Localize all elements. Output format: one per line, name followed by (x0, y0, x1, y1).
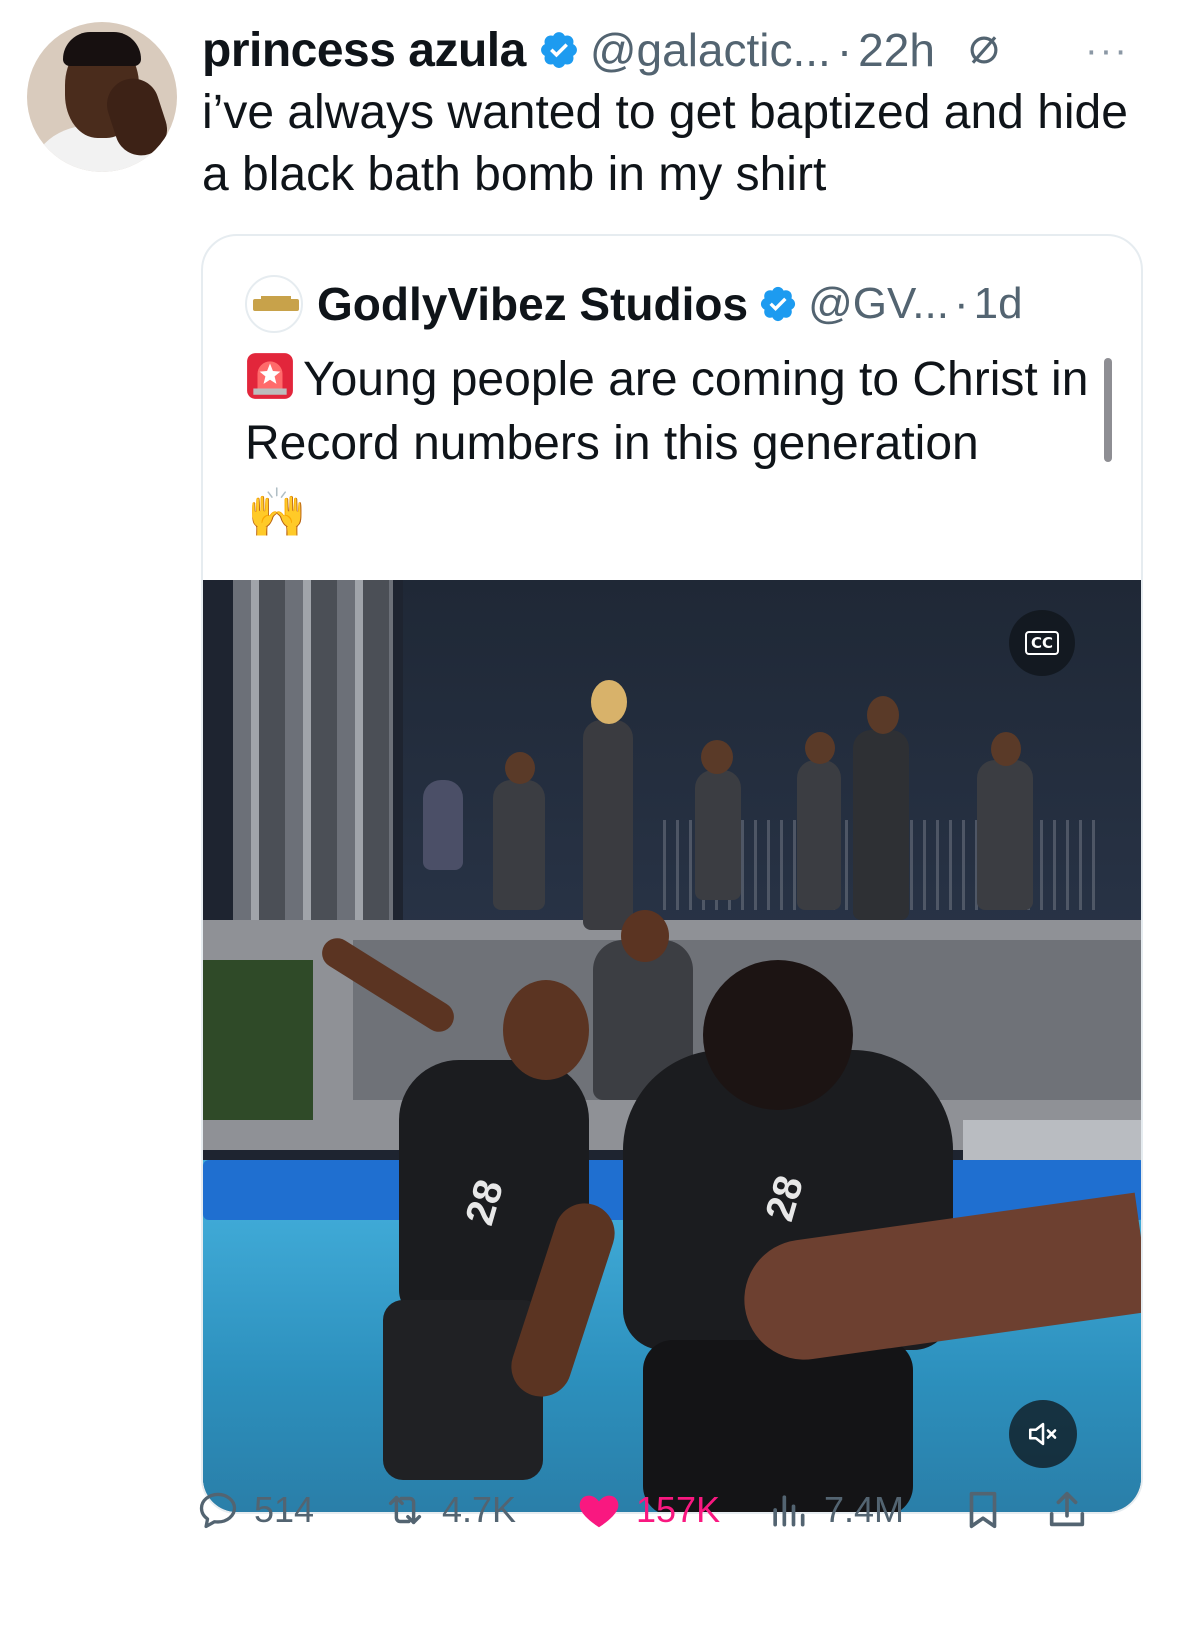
reply-button[interactable]: 514 (196, 1470, 314, 1550)
closed-captions-button[interactable]: CC (1009, 610, 1075, 676)
band-member (493, 780, 545, 910)
author-name[interactable]: princess azula (202, 23, 526, 78)
volume-muted-button[interactable] (1009, 1400, 1077, 1468)
band-member (977, 760, 1033, 910)
band-member-head (805, 732, 835, 764)
tweet-header: princess azula @galactic... · 22h (202, 20, 1003, 80)
band-member-head (505, 752, 535, 784)
scrollbar[interactable] (1104, 358, 1112, 462)
view-count: 7.4M (824, 1489, 905, 1530)
bookmark-icon (969, 1491, 997, 1529)
singer-head (591, 680, 627, 724)
verified-badge-icon (758, 284, 798, 324)
quoted-author-avatar[interactable] (245, 275, 303, 333)
closed-captions-icon: CC (1024, 631, 1060, 655)
video-player[interactable]: 28 28 CC (203, 580, 1141, 1512)
band-member-head (867, 696, 899, 734)
reply-icon (199, 1492, 237, 1529)
baptized-person-hair (703, 960, 853, 1110)
repost-button[interactable]: 4.7K (382, 1470, 516, 1550)
raised-hands-icon: 🙌 (247, 487, 307, 540)
quoted-tweet-text: Young people are coming to Christ in Rec… (245, 348, 1105, 476)
like-count: 157K (636, 1489, 721, 1530)
quoted-tweet-card[interactable]: GodlyVibez Studios @GV... · 1d Young peo… (201, 234, 1143, 1514)
band-member-head (701, 740, 733, 774)
author-avatar[interactable] (27, 22, 177, 172)
like-button[interactable]: 157K (576, 1470, 720, 1550)
quoted-tweet-time[interactable]: 1d (974, 279, 1023, 329)
repost-count: 4.7K (442, 1489, 517, 1530)
quoted-author-handle[interactable]: @GV... (808, 279, 949, 329)
trees (203, 960, 313, 1120)
heart-icon (579, 1495, 619, 1528)
singer (583, 720, 633, 930)
action-bar: 514 4.7K 157K 7.4M (0, 1470, 1179, 1550)
share-icon (1049, 1491, 1085, 1527)
quoted-tweet-header: GodlyVibez Studios @GV... · 1d (245, 275, 1023, 333)
more-icon[interactable]: ··· (1085, 30, 1129, 73)
band-member (797, 760, 841, 910)
share-button[interactable] (1044, 1470, 1104, 1550)
band-member-head (991, 732, 1021, 766)
helper-head (621, 910, 669, 962)
band-member (853, 730, 909, 920)
woman-head (503, 980, 589, 1080)
volume-muted-icon (1028, 1422, 1057, 1446)
views-icon (773, 1495, 805, 1527)
tweet-text: i’ve always wanted to get baptized and h… (202, 86, 1128, 201)
views-button[interactable]: 7.4M (766, 1470, 904, 1550)
band-member (423, 780, 463, 870)
quoted-author-name[interactable]: GodlyVibez Studios (317, 277, 748, 331)
woman-pants (383, 1300, 543, 1480)
tweet-time[interactable]: 22h (858, 23, 935, 77)
author-handle[interactable]: @galactic... (590, 23, 831, 77)
band-member (695, 770, 741, 900)
bookmark-button[interactable] (960, 1470, 1020, 1550)
repost-icon (388, 1495, 422, 1525)
separator-dot: · (953, 279, 969, 328)
siren-icon (245, 351, 295, 401)
verified-badge-icon (538, 29, 580, 71)
quoted-tweet-body: Young people are coming to Christ in Rec… (245, 353, 1089, 470)
muted-icon (965, 31, 1003, 69)
reply-count: 514 (254, 1489, 315, 1530)
separator-dot: · (836, 24, 853, 76)
